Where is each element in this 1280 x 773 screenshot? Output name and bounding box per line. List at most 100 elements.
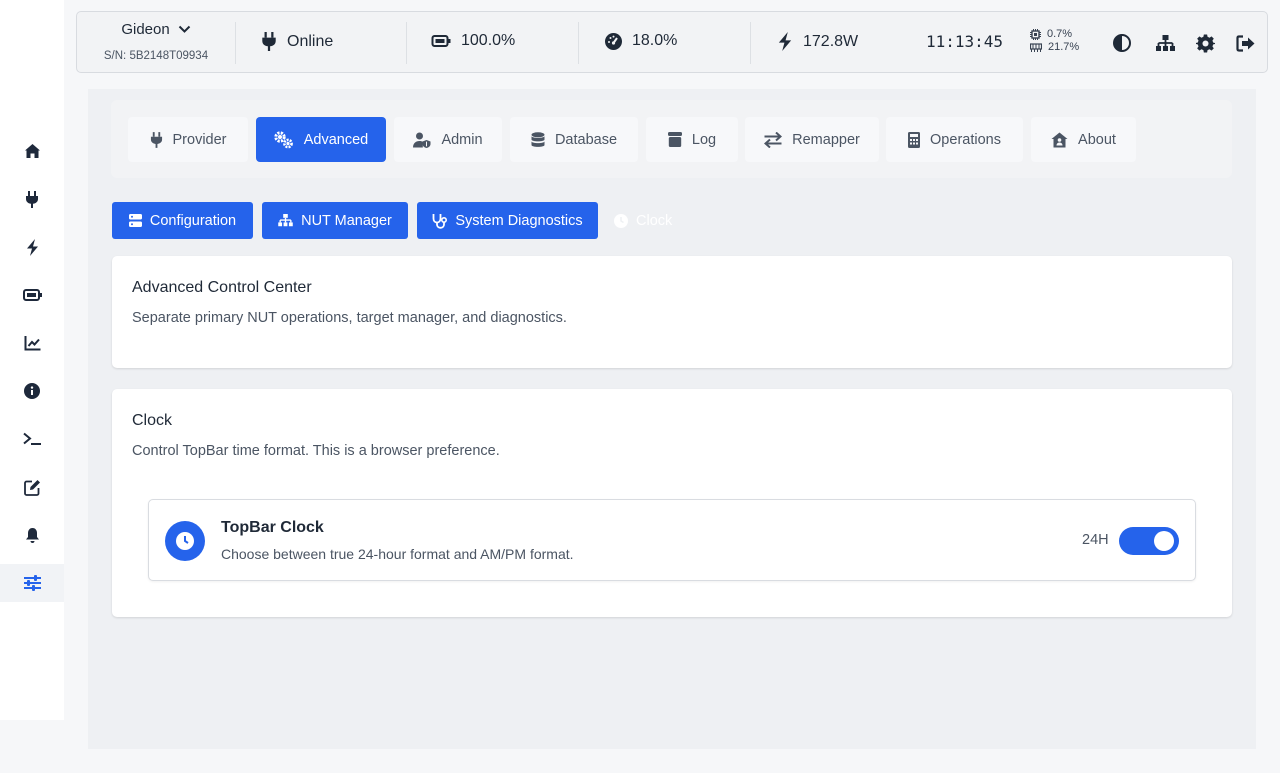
plug-icon bbox=[261, 32, 277, 51]
logout-button[interactable] bbox=[1234, 32, 1256, 54]
main-panel: Provider Advanced Admin Database Log Rem… bbox=[88, 89, 1256, 749]
clock-icon bbox=[614, 213, 628, 228]
bell-icon bbox=[25, 527, 40, 544]
arrows-icon bbox=[764, 131, 783, 148]
sidebar-item-edit[interactable] bbox=[0, 468, 64, 506]
house-user-icon bbox=[1051, 132, 1068, 148]
cpu-value: 0.7% bbox=[1047, 28, 1073, 40]
network-icon bbox=[1155, 34, 1175, 52]
clock-format-toggle[interactable] bbox=[1119, 527, 1179, 555]
network-button[interactable] bbox=[1154, 32, 1176, 54]
card-title: Advanced Control Center bbox=[132, 279, 312, 296]
setting-description: Choose between true 24-hour format and A… bbox=[221, 546, 574, 562]
tab-operations[interactable]: Operations bbox=[886, 117, 1023, 162]
clock-icon bbox=[165, 521, 205, 561]
tab-label: About bbox=[1078, 131, 1116, 148]
database-icon bbox=[531, 131, 545, 148]
load-indicator: 18.0% bbox=[605, 32, 677, 50]
tab-label: Admin bbox=[441, 131, 483, 148]
battery-value: 100.0% bbox=[461, 32, 516, 49]
subtab-label: Clock bbox=[636, 212, 673, 229]
tab-about[interactable]: About bbox=[1031, 117, 1136, 162]
device-name-row[interactable]: Gideon bbox=[77, 21, 235, 38]
card-description: Control TopBar time format. This is a br… bbox=[132, 443, 500, 459]
settings-button[interactable] bbox=[1194, 32, 1216, 54]
terminal-icon bbox=[23, 432, 41, 446]
subtab-system-diagnostics[interactable]: System Diagnostics bbox=[417, 202, 598, 239]
user-shield-icon bbox=[413, 132, 431, 148]
tab-label: Remapper bbox=[792, 131, 860, 148]
gears-icon bbox=[274, 130, 294, 149]
info-icon bbox=[24, 383, 40, 399]
device-name: Gideon bbox=[121, 21, 170, 38]
tab-advanced[interactable]: Advanced bbox=[256, 117, 386, 162]
sidebar-item-terminal[interactable] bbox=[0, 420, 64, 458]
card-description: Separate primary NUT operations, target … bbox=[132, 310, 567, 326]
advanced-control-card: Advanced Control Center Separate primary… bbox=[112, 256, 1232, 368]
contrast-icon bbox=[1113, 34, 1131, 52]
battery-icon bbox=[431, 35, 451, 47]
sidebar-item-home[interactable] bbox=[0, 132, 64, 170]
sidebar-item-power[interactable] bbox=[0, 180, 64, 218]
power-indicator: 172.8W bbox=[777, 32, 858, 51]
cpu-usage: 0.7% bbox=[1030, 28, 1079, 41]
device-serial: S/N: 5B2148T09934 bbox=[103, 50, 209, 62]
subtab-configuration[interactable]: Configuration bbox=[112, 202, 253, 239]
divider bbox=[406, 22, 407, 64]
memory-icon bbox=[1030, 43, 1042, 52]
battery-indicator: 100.0% bbox=[431, 32, 515, 50]
sidebar-item-settings[interactable] bbox=[0, 564, 64, 602]
status-text: Online bbox=[287, 32, 334, 50]
plug-icon bbox=[150, 131, 163, 148]
subtab-nut-manager[interactable]: NUT Manager bbox=[262, 202, 408, 239]
memory-usage: 21.7% bbox=[1030, 41, 1079, 54]
sidebar-item-alerts[interactable] bbox=[0, 516, 64, 554]
device-selector[interactable]: Gideon S/N: 5B2148T09934 bbox=[77, 12, 235, 72]
tab-label: Log bbox=[691, 131, 717, 148]
tab-provider[interactable]: Provider bbox=[128, 117, 248, 162]
status-indicator: Online bbox=[261, 32, 333, 51]
gauge-icon bbox=[605, 32, 622, 50]
tab-admin[interactable]: Admin bbox=[394, 117, 502, 162]
logout-icon bbox=[1235, 34, 1255, 52]
card-title: Clock bbox=[132, 412, 173, 429]
network-icon bbox=[278, 214, 293, 227]
server-icon bbox=[128, 214, 142, 227]
subtab-label: System Diagnostics bbox=[455, 212, 583, 229]
system-usage: 0.7% 21.7% bbox=[1030, 28, 1079, 54]
clock-card: Clock Control TopBar time format. This i… bbox=[112, 389, 1232, 617]
subtab-label: Configuration bbox=[149, 212, 237, 229]
tab-remapper[interactable]: Remapper bbox=[745, 117, 879, 162]
tab-label: Operations bbox=[930, 131, 1001, 148]
home-icon bbox=[24, 143, 41, 159]
topbar-clock: 11:13:45 bbox=[926, 32, 1004, 51]
calculator-icon bbox=[908, 131, 921, 148]
gear-icon bbox=[1195, 33, 1215, 53]
stethoscope-icon bbox=[432, 213, 448, 229]
sidebar-item-energy[interactable] bbox=[0, 228, 64, 266]
tab-label: Advanced bbox=[303, 131, 369, 148]
sidebar bbox=[0, 0, 64, 720]
load-value: 18.0% bbox=[632, 32, 678, 49]
subtab-clock[interactable]: Clock bbox=[614, 202, 694, 239]
cpu-icon bbox=[1030, 29, 1041, 40]
tab-log[interactable]: Log bbox=[646, 117, 738, 162]
theme-toggle-button[interactable] bbox=[1111, 32, 1133, 54]
subtab-label: NUT Manager bbox=[301, 212, 392, 229]
plug-icon bbox=[25, 190, 39, 208]
memory-value: 21.7% bbox=[1048, 41, 1080, 53]
bolt-icon bbox=[26, 238, 39, 256]
tab-database[interactable]: Database bbox=[510, 117, 638, 162]
sliders-icon bbox=[23, 575, 41, 591]
toggle-knob bbox=[1154, 531, 1174, 551]
tab-bar: Provider Advanced Admin Database Log Rem… bbox=[111, 100, 1232, 178]
power-value: 172.8W bbox=[803, 32, 859, 50]
tab-label: Database bbox=[554, 131, 618, 148]
divider bbox=[750, 22, 751, 64]
clock-format-label: 24H bbox=[1082, 532, 1109, 548]
sidebar-item-info[interactable] bbox=[0, 372, 64, 410]
edit-icon bbox=[23, 479, 41, 496]
sidebar-item-charts[interactable] bbox=[0, 324, 64, 362]
archive-icon bbox=[667, 132, 682, 147]
sidebar-item-battery[interactable] bbox=[0, 276, 64, 314]
